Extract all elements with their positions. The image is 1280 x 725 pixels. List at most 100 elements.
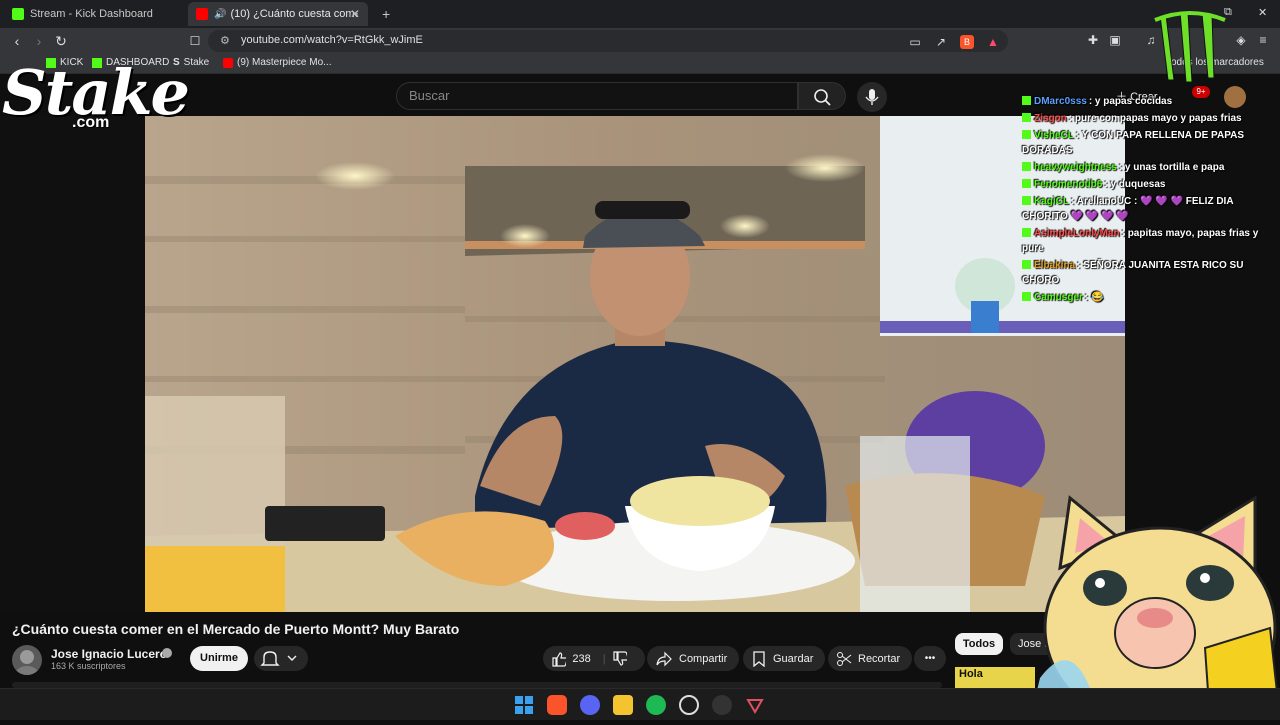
spotify-icon[interactable] [646, 695, 666, 715]
channel-avatar[interactable] [12, 645, 42, 675]
menu-icon[interactable]: ≡ [1256, 33, 1270, 47]
scissors-icon [837, 651, 852, 666]
back-icon[interactable]: ‹ [8, 32, 26, 50]
search-input[interactable]: Buscar [396, 82, 798, 110]
search-button[interactable] [798, 82, 846, 110]
subscriber-count: 163 K suscriptores [51, 661, 126, 671]
thumbs-down-icon[interactable] [612, 650, 627, 667]
extensions-icon[interactable]: ✚ [1086, 33, 1100, 47]
bookmark-icon[interactable]: ☐ [186, 32, 204, 50]
kick-badge-icon [1022, 292, 1031, 301]
chat-message: KagiCL: ArellanoUC : 💜 💜 💜 FELIZ DIA CHO… [1022, 196, 1234, 222]
chat-username: VisheCL [1034, 130, 1074, 141]
kick-badge-icon [1022, 113, 1031, 122]
chat-username: KagiCL [1034, 196, 1069, 207]
verified-icon [162, 648, 172, 658]
share-icon[interactable]: ↗ [934, 35, 948, 49]
kick-badge-icon [1022, 196, 1031, 205]
app-icon[interactable] [679, 695, 699, 715]
youtube-icon [196, 8, 208, 20]
chat-message: Fenomenotib6: y duquesas [1022, 177, 1262, 192]
new-tab-button[interactable]: + [374, 2, 394, 26]
chat-username: Fenomenotib6 [1034, 179, 1103, 190]
search-icon [814, 89, 831, 106]
sidebar-icon[interactable]: ▣ [1108, 33, 1122, 47]
cat-avatar-image [1030, 495, 1280, 725]
browser-tab-bar: Stream - Kick Dashboard 🔊 (10) ¿Cuánto c… [0, 0, 1280, 28]
bell-icon [260, 651, 297, 666]
site-info-icon[interactable]: ⚙ [220, 34, 230, 47]
notification-settings-button[interactable] [254, 646, 308, 671]
tab-youtube-video[interactable]: 🔊 (10) ¿Cuánto cuesta comer er ✕ [188, 2, 368, 26]
stream-chat-overlay: DMarc0sss: y papas cocidas Zisgon: pure … [1022, 94, 1262, 307]
youtube-icon [223, 57, 233, 68]
channel-name[interactable]: Jose Ignacio Lucero [51, 647, 167, 661]
clip-label: Recortar [858, 652, 901, 665]
chat-text: pure con papas mayo y papas frias [1074, 113, 1242, 124]
microphone-icon [865, 89, 879, 105]
tab-kick-dashboard[interactable]: Stream - Kick Dashboard [4, 2, 184, 26]
app-triangle-icon[interactable] [745, 695, 765, 715]
join-button[interactable]: Unirme [190, 646, 248, 671]
brave-shields-icon[interactable]: B [960, 35, 974, 49]
kick-badge-icon [1022, 130, 1031, 139]
video-frame [145, 116, 1125, 612]
close-window-icon[interactable]: ✕ [1258, 6, 1267, 19]
bookmark-youtube[interactable]: (9) Masterpiece Mo... [223, 57, 331, 68]
brave-browser-icon[interactable] [547, 695, 567, 715]
more-actions-button[interactable]: ••• [914, 646, 946, 671]
chat-message: Camusger: 😂 [1022, 290, 1262, 305]
kick-badge-icon [1022, 162, 1031, 171]
vtuber-cat-avatar [1030, 488, 1280, 725]
tab-label: Stream - Kick Dashboard [30, 8, 153, 20]
chat-username: Camusger [1034, 292, 1083, 303]
discord-icon[interactable] [580, 695, 600, 715]
tab-label: (10) ¿Cuánto cuesta comer er [230, 8, 359, 20]
voice-search-button[interactable] [857, 82, 887, 112]
chat-username: AsimpleLonlyMan [1034, 228, 1120, 239]
chat-username: heavyweightness [1034, 162, 1117, 173]
obs-icon[interactable] [712, 695, 732, 715]
chat-message: Zisgon: pure con papas mayo y papas fria… [1022, 111, 1262, 126]
save-button[interactable]: Guardar [743, 646, 826, 671]
save-label: Guardar [773, 652, 814, 665]
channel-avatar-image [15, 650, 39, 675]
bookmarks-bar: KICK DASHBOARD S Stake (9) Masterpiece Mo… [0, 54, 1280, 74]
browser-toolbar: ‹ › ↻ ☐ ⚙ youtube.com/watch?v=RtGkk_wJim… [0, 28, 1280, 54]
url-text: youtube.com/watch?v=RtGkk_wJimE [241, 34, 423, 46]
stake-logo-sub: .com [72, 114, 110, 131]
chat-message: heavyweightness: y unas tortilla e papa [1022, 160, 1262, 175]
thumbs-up-icon [552, 651, 567, 667]
monster-claw-icon [1154, 11, 1226, 83]
chat-text: 😂 [1091, 292, 1104, 303]
windows-start-icon[interactable] [514, 695, 534, 715]
chip-all[interactable]: Todos [955, 633, 1003, 655]
reload-icon[interactable]: ↻ [52, 32, 70, 50]
chat-text: y unas tortilla e papa [1124, 162, 1225, 173]
video-title: ¿Cuánto cuesta comer en el Mercado de Pu… [12, 621, 460, 637]
share-icon [656, 651, 672, 666]
vpn-icon[interactable]: ◈ [1234, 33, 1248, 47]
save-icon [753, 650, 765, 667]
chat-username: DMarc0sss [1034, 96, 1087, 107]
chat-text: y duquesas [1110, 179, 1166, 190]
video-player[interactable] [145, 116, 1125, 612]
speaker-icon: 🔊 [214, 8, 227, 20]
brave-rewards-icon[interactable]: ▲ [986, 35, 1000, 49]
chat-message: Elbakina: SEÑORA JUANITA ESTA RICO SU CH… [1022, 260, 1244, 286]
bookmark-label: (9) Masterpiece Mo... [237, 57, 332, 68]
clip-button[interactable]: Recortar [828, 646, 913, 671]
address-bar[interactable]: ⚙ youtube.com/watch?v=RtGkk_wJimE ▭ ↗ B … [208, 30, 1008, 52]
like-count: 238 [572, 652, 591, 665]
like-button[interactable]: 238 | [543, 646, 645, 671]
forward-icon[interactable]: › [30, 32, 48, 50]
stake-logo: Stake .com [2, 56, 190, 138]
windows-taskbar [0, 688, 1280, 720]
kick-badge-icon [1022, 260, 1031, 269]
share-button[interactable]: Compartir [647, 646, 740, 671]
close-tab-icon[interactable]: ✕ [350, 7, 360, 21]
file-explorer-icon[interactable] [613, 695, 633, 715]
kick-badge-icon [1022, 228, 1031, 237]
video-letterbox [0, 116, 145, 612]
cast-icon[interactable]: ▭ [908, 35, 922, 49]
